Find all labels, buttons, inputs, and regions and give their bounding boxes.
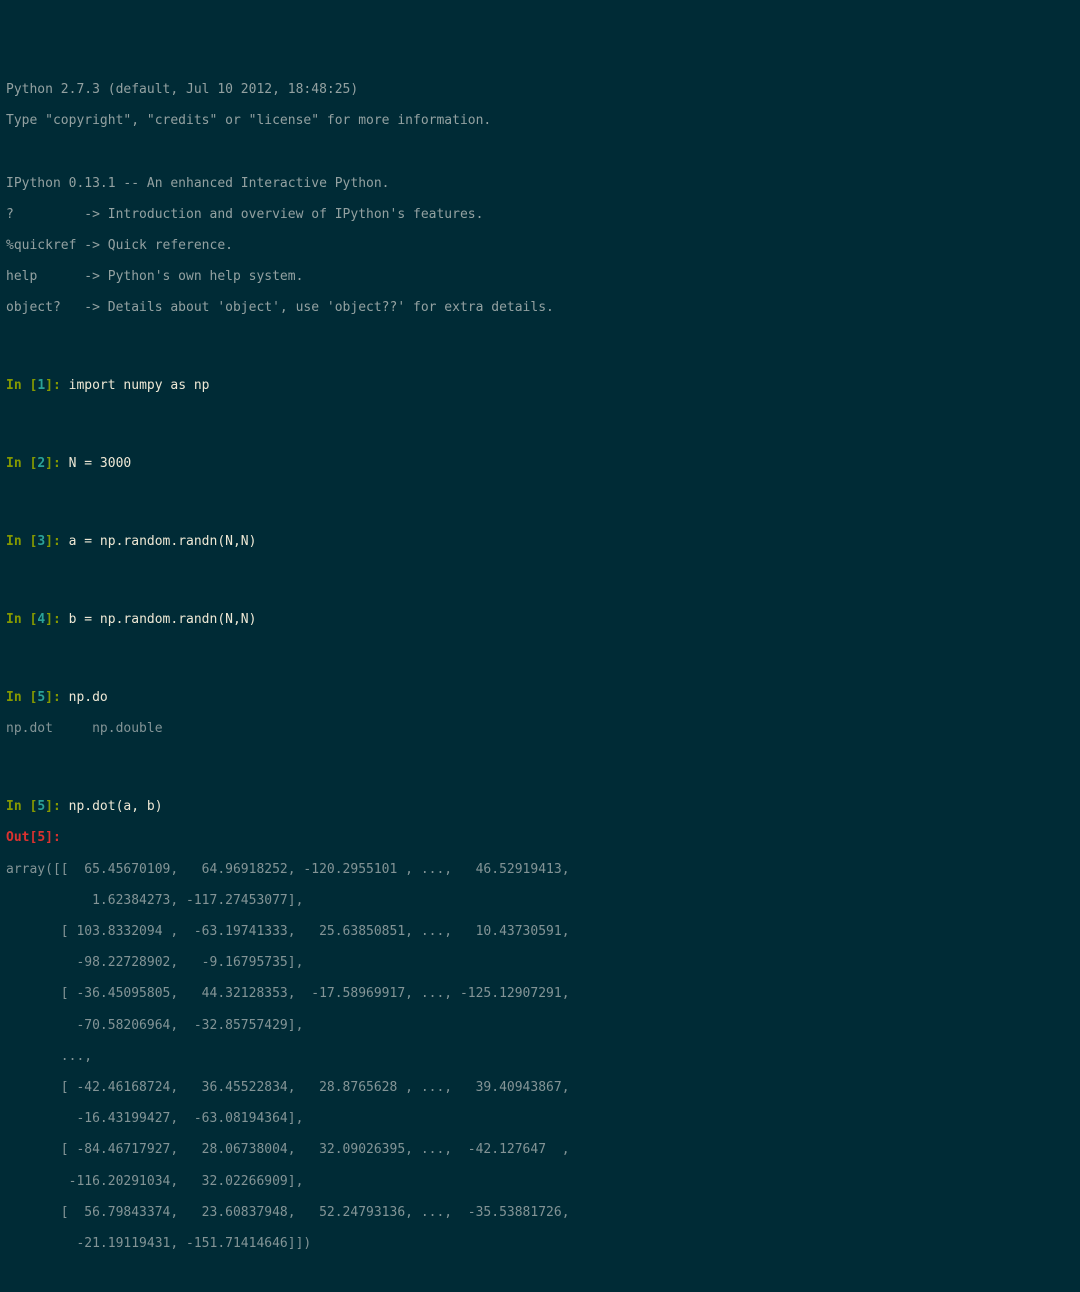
in-num: 5 [37, 690, 45, 705]
array-line: [ -42.46168724, 36.45522834, 28.8765628 … [6, 1080, 1074, 1096]
in-num: 3 [37, 534, 45, 549]
in-prompt: In [ [6, 612, 37, 627]
array-line: ..., [6, 1049, 1074, 1065]
python-copyright: Type "copyright", "credits" or "license"… [6, 113, 1074, 129]
ipython-help-3: help -> Python's own help system. [6, 269, 1074, 285]
ipython-help-2: %quickref -> Quick reference. [6, 238, 1074, 254]
in-prompt: In [ [6, 378, 37, 393]
array-line: -70.58206964, -32.85757429], [6, 1018, 1074, 1034]
python-version: Python 2.7.3 (default, Jul 10 2012, 18:4… [6, 82, 1074, 98]
in-5a: In [5]: np.do [6, 690, 1074, 706]
in-prompt: In [ [6, 690, 37, 705]
in-num: 2 [37, 456, 45, 471]
in-num: 4 [37, 612, 45, 627]
ipython-help-4: object? -> Details about 'object', use '… [6, 300, 1074, 316]
out-5: Out[5]: [6, 830, 1074, 846]
terminal[interactable]: Python 2.7.3 (default, Jul 10 2012, 18:4… [6, 66, 1074, 1292]
in-code: N = 3000 [61, 456, 131, 471]
array-line: array([[ 65.45670109, 64.96918252, -120.… [6, 862, 1074, 878]
in-num: 5 [37, 799, 45, 814]
in-close: ]: [45, 456, 61, 471]
in-code: a = np.random.randn(N,N) [61, 534, 257, 549]
in-close: ]: [45, 534, 61, 549]
out-num: 5 [37, 830, 45, 845]
array-line: -16.43199427, -63.08194364], [6, 1111, 1074, 1127]
in-code: np.do [61, 690, 108, 705]
in-code: np.dot(a, b) [61, 799, 163, 814]
in-close: ]: [45, 690, 61, 705]
in-4: In [4]: b = np.random.randn(N,N) [6, 612, 1074, 628]
ipython-version: IPython 0.13.1 -- An enhanced Interactiv… [6, 176, 1074, 192]
in-code: import numpy as np [61, 378, 210, 393]
in-num: 1 [37, 378, 45, 393]
in-prompt: In [ [6, 456, 37, 471]
array-line: -116.20291034, 32.02266909], [6, 1174, 1074, 1190]
in-close: ]: [45, 799, 61, 814]
out-close: ]: [45, 830, 61, 845]
array-line: -21.19119431, -151.71414646]]) [6, 1236, 1074, 1252]
in-close: ]: [45, 612, 61, 627]
array-line: [ -84.46717927, 28.06738004, 32.09026395… [6, 1142, 1074, 1158]
in-code: b = np.random.randn(N,N) [61, 612, 257, 627]
in-3: In [3]: a = np.random.randn(N,N) [6, 534, 1074, 550]
in-prompt: In [ [6, 799, 37, 814]
array-line: [ -36.45095805, 44.32128353, -17.5896991… [6, 986, 1074, 1002]
in-5b: In [5]: np.dot(a, b) [6, 799, 1074, 815]
in-2: In [2]: N = 3000 [6, 456, 1074, 472]
array-line: 1.62384273, -117.27453077], [6, 893, 1074, 909]
array-line: [ 56.79843374, 23.60837948, 52.24793136,… [6, 1205, 1074, 1221]
array-line: -98.22728902, -9.16795735], [6, 955, 1074, 971]
in-1: In [1]: import numpy as np [6, 378, 1074, 394]
out-prompt: Out[ [6, 830, 37, 845]
in-close: ]: [45, 378, 61, 393]
tab-completion-5a: np.dot np.double [6, 721, 1074, 737]
in-prompt: In [ [6, 534, 37, 549]
ipython-help-1: ? -> Introduction and overview of IPytho… [6, 207, 1074, 223]
array-line: [ 103.8332094 , -63.19741333, 25.6385085… [6, 924, 1074, 940]
